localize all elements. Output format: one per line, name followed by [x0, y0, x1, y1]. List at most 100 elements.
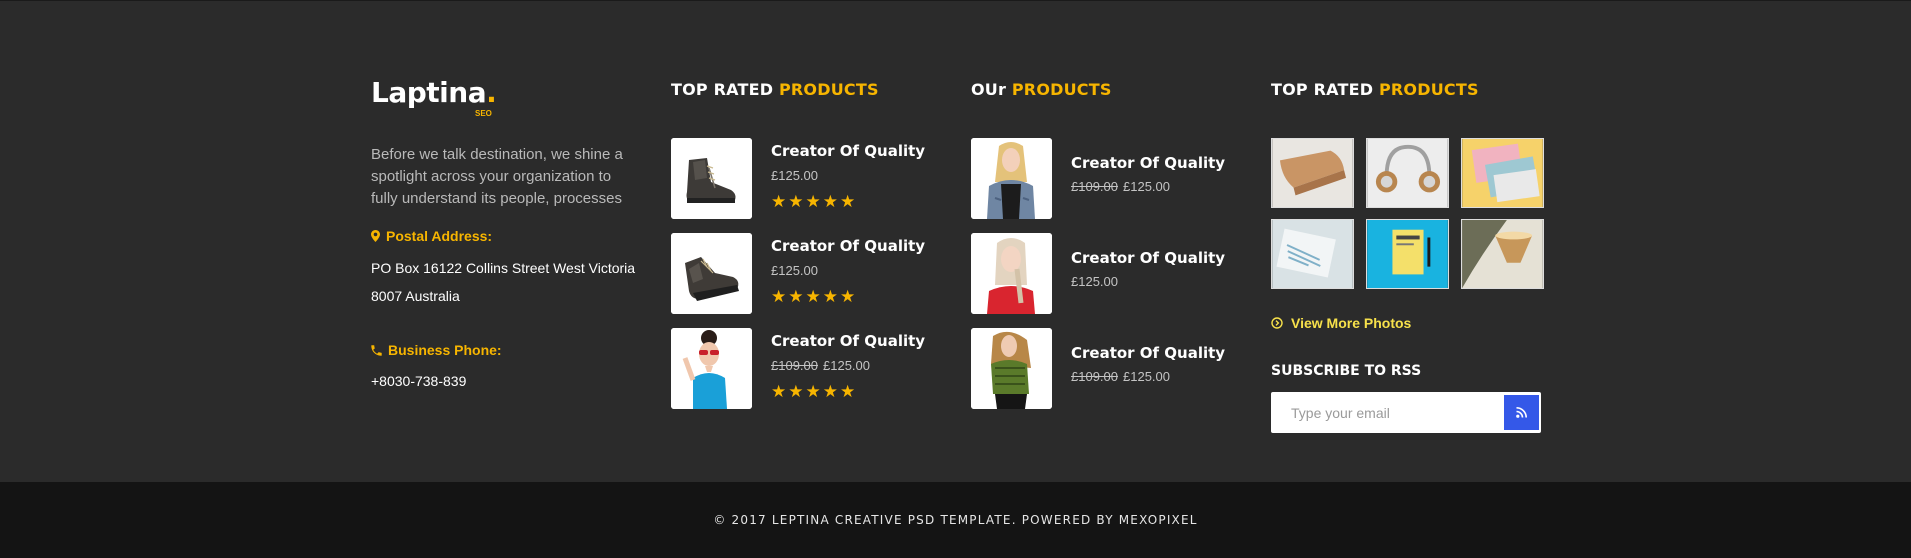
product-price: £125.00 — [1123, 369, 1170, 384]
our-product-3[interactable]: Creator Of Quality £109.00 £125.00 — [971, 328, 1231, 410]
star-icon: ★ — [788, 287, 804, 306]
star-icon: ★ — [788, 382, 804, 401]
photo-gallery — [1271, 138, 1545, 289]
product-price-row: £109.00 £125.00 — [1071, 369, 1170, 384]
woman-red-top-photo — [971, 233, 1052, 314]
star-icon: ★ — [771, 382, 787, 401]
gallery-tile[interactable] — [1461, 138, 1544, 208]
postal-address-label: Postal Address: — [371, 228, 492, 244]
product-price: £125.00 — [1123, 179, 1170, 194]
our-products-title-main: OUr — [971, 80, 1007, 99]
product-price: £125.00 — [1071, 274, 1118, 289]
gallery-tile[interactable] — [1461, 219, 1544, 289]
product-price: £125.00 — [771, 168, 818, 183]
footer-bottom-bar: © 2017 LEPTINA CREATIVE PSD TEMPLATE. PO… — [0, 482, 1911, 558]
logo-text: Laptina — [371, 76, 487, 109]
product-price-row: £109.00 £125.00 — [771, 358, 870, 373]
product-price-row: £125.00 — [771, 168, 818, 183]
business-phone-label: Business Phone: — [371, 342, 502, 358]
product-price-row: £109.00 £125.00 — [1071, 179, 1170, 194]
yellow-brochure-photo — [1367, 220, 1448, 288]
star-icon: ★ — [822, 287, 838, 306]
star-icon: ★ — [840, 192, 856, 211]
star-icon: ★ — [822, 192, 838, 211]
view-more-photos-label: View More Photos — [1291, 315, 1412, 331]
product-thumbnail[interactable] — [671, 328, 752, 409]
postal-address-line1: PO Box 16122 Collins Street West Victori… — [371, 260, 636, 276]
boot-icon — [671, 233, 752, 314]
product-name[interactable]: Creator Of Quality — [771, 332, 925, 350]
gallery-title-main: TOP RATED — [1271, 80, 1374, 99]
paper-documents-photo — [1272, 220, 1353, 288]
our-products-title-accent: PRODUCTS — [1011, 80, 1112, 99]
star-icon: ★ — [805, 382, 821, 401]
top-rated-product-1[interactable]: Creator Of Quality £125.00 ★ ★ ★ ★ ★ — [671, 138, 931, 220]
product-price-row: £125.00 — [771, 263, 818, 278]
lamp-photo — [1462, 220, 1543, 288]
product-name[interactable]: Creator Of Quality — [771, 237, 925, 255]
about-description: Before we talk destination, we shine a s… — [371, 146, 623, 207]
logo-dot: . — [486, 76, 497, 109]
product-thumbnail[interactable] — [971, 138, 1052, 219]
rss-icon — [1516, 407, 1527, 418]
subscribe-form — [1271, 392, 1541, 433]
gallery-title-accent: PRODUCTS — [1378, 80, 1479, 99]
subscribe-button[interactable] — [1504, 395, 1539, 430]
star-icon: ★ — [771, 192, 787, 211]
product-name[interactable]: Creator Of Quality — [1071, 249, 1225, 267]
our-products-title: OUr PRODUCTS — [971, 80, 1112, 99]
product-name[interactable]: Creator Of Quality — [1071, 154, 1225, 172]
business-cards-photo — [1462, 139, 1543, 207]
product-rating: ★ ★ ★ ★ ★ — [771, 193, 855, 210]
star-icon: ★ — [840, 382, 856, 401]
gallery-tile[interactable] — [1271, 138, 1354, 208]
top-rated-title: TOP RATED PRODUCTS — [671, 80, 879, 99]
star-icon: ★ — [788, 192, 804, 211]
gallery-tile[interactable] — [1366, 138, 1449, 208]
business-phone-label-text: Business Phone: — [388, 342, 502, 358]
product-name[interactable]: Creator Of Quality — [1071, 344, 1225, 362]
product-price-row: £125.00 — [1071, 274, 1118, 289]
woman-sunglasses-photo — [671, 328, 752, 409]
product-price: £125.00 — [823, 358, 870, 373]
product-price: £125.00 — [771, 263, 818, 278]
logo[interactable]: Laptina. — [371, 76, 497, 109]
our-product-1[interactable]: Creator Of Quality £109.00 £125.00 — [971, 138, 1231, 220]
product-name[interactable]: Creator Of Quality — [771, 142, 925, 160]
gallery-tile[interactable] — [1366, 219, 1449, 289]
postal-address-line2: 8007 Australia — [371, 288, 460, 304]
product-thumbnail[interactable] — [671, 138, 752, 219]
top-rated-product-3[interactable]: Creator Of Quality £109.00 £125.00 ★ ★ ★ ★ ★ — [671, 328, 931, 410]
product-rating: ★ ★ ★ ★ ★ — [771, 383, 855, 400]
star-icon: ★ — [822, 382, 838, 401]
star-icon: ★ — [805, 287, 821, 306]
top-rated-product-2[interactable]: Creator Of Quality £125.00 ★ ★ ★ ★ ★ — [671, 233, 931, 315]
product-thumbnail[interactable] — [971, 233, 1052, 314]
star-icon: ★ — [840, 287, 856, 306]
star-icon: ★ — [771, 287, 787, 306]
product-thumbnail[interactable] — [971, 328, 1052, 409]
boot-icon — [671, 138, 752, 219]
product-rating: ★ ★ ★ ★ ★ — [771, 288, 855, 305]
woman-green-shirt-photo — [971, 328, 1052, 409]
our-product-2[interactable]: Creator Of Quality £125.00 — [971, 233, 1231, 315]
product-old-price: £109.00 — [1071, 369, 1118, 384]
copyright-text: © 2017 LEPTINA CREATIVE PSD TEMPLATE. PO… — [713, 513, 1198, 527]
email-input[interactable] — [1271, 392, 1501, 433]
top-rated-title-main: TOP RATED — [671, 80, 774, 99]
business-phone-value[interactable]: +8030-738-839 — [371, 367, 641, 395]
product-old-price: £109.00 — [1071, 179, 1118, 194]
arrow-circle-right-icon — [1271, 317, 1283, 329]
phone-icon — [371, 344, 382, 356]
woman-denim-photo — [971, 138, 1052, 219]
subscribe-rss-title: SUBSCRIBE TO RSS — [1271, 363, 1422, 379]
logo-subtitle: SEO — [475, 109, 492, 118]
map-pin-icon — [371, 230, 380, 242]
gallery-title: TOP RATED PRODUCTS — [1271, 80, 1479, 99]
view-more-photos-link[interactable]: View More Photos — [1271, 315, 1411, 331]
gallery-tile[interactable] — [1271, 219, 1354, 289]
headphones-photo — [1367, 139, 1448, 207]
footer-main: Laptina. SEO Before we talk destination,… — [0, 0, 1911, 482]
star-icon: ★ — [805, 192, 821, 211]
product-thumbnail[interactable] — [671, 233, 752, 314]
